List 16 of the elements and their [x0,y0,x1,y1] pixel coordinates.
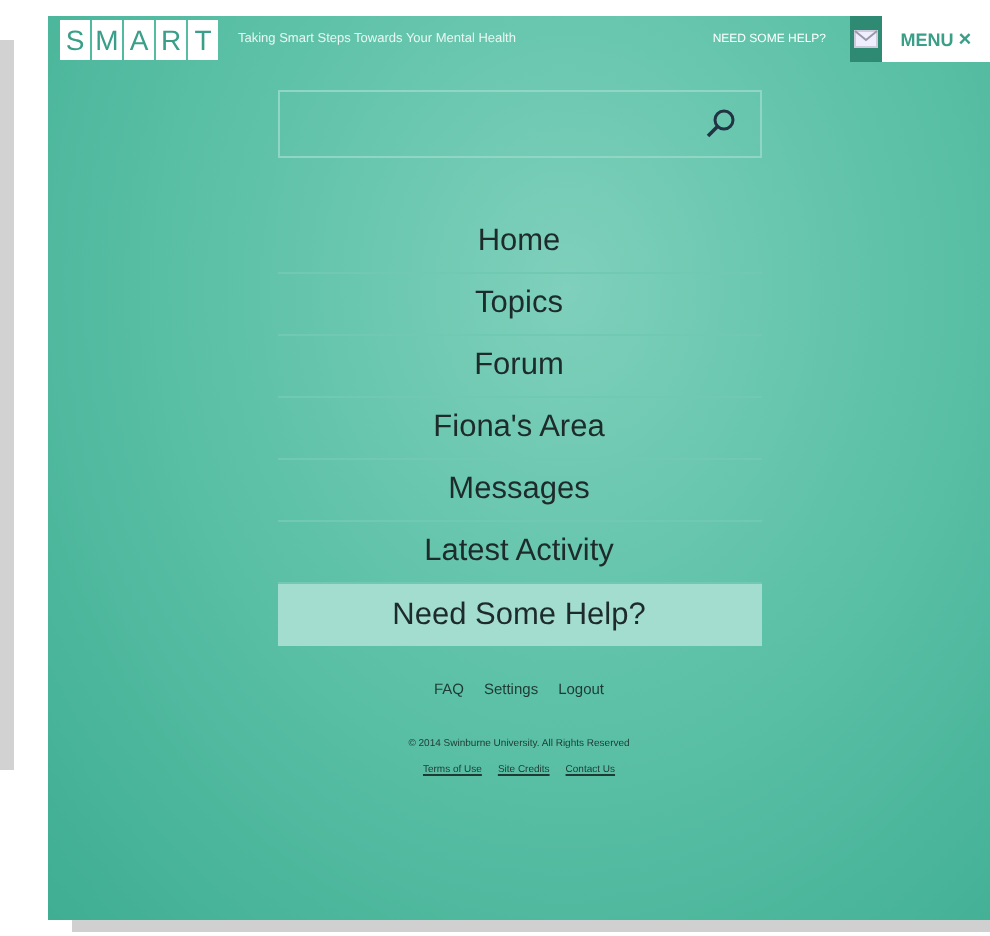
envelope-icon [854,30,878,48]
logo-letter: T [188,19,218,59]
menu-button[interactable]: MENU × [882,16,990,62]
logo-letter: M [92,19,122,59]
nav-item[interactable]: Topics [277,274,761,336]
logo-letter: A [124,19,154,59]
nav-item[interactable]: Need Some Help? [277,584,761,646]
nav-item[interactable]: Fiona's Area [277,398,761,460]
nav-item[interactable]: Forum [277,336,761,398]
nav-item[interactable]: Home [277,212,761,274]
message-button[interactable] [850,16,882,62]
search-icon [703,108,735,140]
logo-letter: S [60,19,90,59]
search-field[interactable] [277,90,761,158]
nav-item[interactable]: Messages [277,460,761,522]
logo-letter: R [156,19,186,59]
